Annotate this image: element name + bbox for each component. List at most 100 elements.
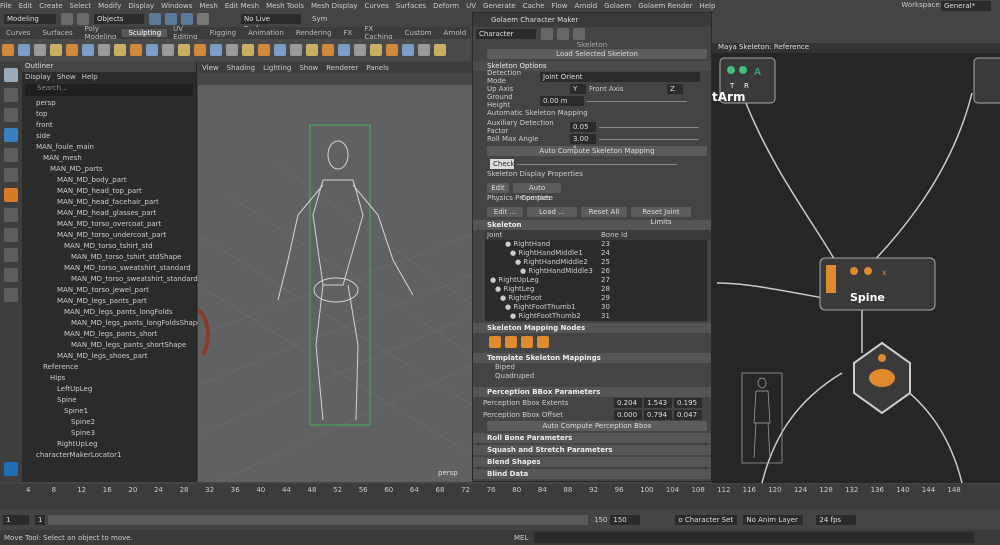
start-frame-field[interactable]: 1	[3, 515, 29, 525]
shelf-tool-icon[interactable]	[306, 44, 318, 56]
new-icon[interactable]	[541, 28, 553, 40]
menu-item-create[interactable]: Create	[39, 2, 62, 10]
shelf-tab-animation[interactable]: Animation	[242, 29, 290, 37]
outliner-item[interactable]: Reference	[22, 362, 196, 373]
viewport-menu-renderer[interactable]: Renderer	[326, 64, 358, 72]
shelf-tool-icon[interactable]	[370, 44, 382, 56]
joint-row[interactable]: ● RightHandMiddle2 25	[485, 258, 707, 267]
edit-physics-button[interactable]: Edit ...	[487, 207, 523, 217]
menu-item-golaem-render[interactable]: Golaem Render	[638, 2, 692, 10]
workspace-select[interactable]: General*	[941, 1, 991, 11]
outliner-item[interactable]: top	[22, 109, 196, 120]
mel-m-icon[interactable]	[4, 462, 18, 476]
menu-item-display[interactable]: Display	[128, 2, 154, 10]
shelf-tool-icon[interactable]	[386, 44, 398, 56]
time-slider[interactable]: 4 8 12 16 20 24 28 32 36 40 44 48 52 56 60 64 68 72 76 80 84…	[0, 484, 1000, 510]
end-frame-field[interactable]: 150	[610, 515, 641, 525]
shelf-tool-icon[interactable]	[258, 44, 270, 56]
shelf-tool-icon[interactable]	[274, 44, 286, 56]
shelf-tab-custom[interactable]: Custom	[399, 29, 438, 37]
bbox-off-y[interactable]: 0.794	[644, 410, 672, 420]
snap-grid-icon[interactable]	[149, 13, 161, 25]
outliner-item[interactable]: MAN_MD_torso_undercoat_part	[22, 230, 196, 241]
menu-item-edit[interactable]: Edit	[19, 2, 33, 10]
mel-label[interactable]: MEL	[514, 534, 528, 542]
fps-select[interactable]: 24 fps	[816, 515, 857, 525]
outliner-item[interactable]: MAN_MD_torso_sweatshirt_standard	[22, 263, 196, 274]
viewport[interactable]: View Shading Lighting Show Renderer Panels pe…	[198, 62, 472, 482]
shelf-tool-icon[interactable]	[194, 44, 206, 56]
auto-compute-bbox-button[interactable]: Auto Compute Perception Bbox	[487, 421, 707, 431]
perception-section[interactable]: Perception BBox Parameters	[473, 387, 711, 397]
character-set-select[interactable]: o Character Set	[675, 515, 738, 525]
range-bar[interactable]	[48, 515, 588, 525]
pelvis-bone-icon[interactable]	[489, 336, 501, 348]
ground-height-slider[interactable]	[587, 100, 687, 102]
outliner-item[interactable]: Spine2	[22, 417, 196, 428]
template-mappings-section[interactable]: Template Skeleton Mappings	[473, 353, 711, 363]
outliner-item[interactable]: MAN_mesh	[22, 153, 196, 164]
menu-item-deform[interactable]: Deform	[433, 2, 459, 10]
save-file-icon[interactable]	[573, 28, 585, 40]
paint-tool-icon[interactable]	[4, 108, 18, 122]
joint-row[interactable]: ● RightHandMiddle1 24	[485, 249, 707, 258]
rotate-tool-icon[interactable]	[4, 148, 18, 162]
shelf-tool-icon[interactable]	[34, 44, 46, 56]
front-axis-select[interactable]: Z	[667, 84, 683, 94]
menu-item-file[interactable]: File	[0, 2, 12, 10]
bbox-off-x[interactable]: 0.000	[614, 410, 642, 420]
shelf-tool-icon[interactable]	[242, 44, 254, 56]
outliner-item[interactable]: RightUpLeg	[22, 439, 196, 450]
menu-item-flow[interactable]: Flow	[552, 2, 568, 10]
up-axis-select[interactable]: Y	[570, 84, 586, 94]
load-physics-button[interactable]: Load ...	[527, 207, 577, 217]
outliner-item[interactable]: MAN_MD_legs_pants_short	[22, 329, 196, 340]
menu-item-curves[interactable]: Curves	[364, 2, 388, 10]
shelf-tab-rigging[interactable]: Rigging	[204, 29, 243, 37]
joint-list[interactable]: ● RightHand 23 ● RightHandMiddle1 24 ● Right…	[485, 240, 707, 321]
objects-select[interactable]: Objects	[94, 14, 144, 24]
right-node[interactable]	[973, 57, 1000, 104]
snap-point-icon[interactable]	[181, 13, 193, 25]
shelf-tool-icon[interactable]	[418, 44, 430, 56]
skeleton-tab[interactable]: Skeleton	[473, 41, 711, 49]
menu-item-mesh[interactable]: Mesh	[199, 2, 217, 10]
shelf-tab-surfaces[interactable]: Surfaces	[36, 29, 78, 37]
aux-factor-slider[interactable]	[599, 126, 699, 128]
template-quadruped[interactable]: Quadruped	[473, 372, 711, 381]
bone-id-column-header[interactable]: Bone Id	[601, 231, 628, 239]
load-skeleton-button[interactable]: Load Selected Skeleton	[487, 49, 707, 59]
auto-compute-mapping-button[interactable]: Auto Compute Skeleton Mapping	[487, 146, 707, 156]
viewport-menu-lighting[interactable]: Lighting	[263, 64, 291, 72]
menu-item-golaem[interactable]: Golaem	[604, 2, 631, 10]
range-start-field[interactable]: 1	[35, 515, 45, 525]
open-icon[interactable]	[61, 13, 73, 25]
joint-row[interactable]: ● RightFootThumb2 31	[485, 312, 707, 321]
graph-layout-icon[interactable]	[4, 288, 18, 302]
shelf-tab-curves[interactable]: Curves	[0, 29, 36, 37]
joint-row[interactable]: ● RightFootThumb1 30	[485, 303, 707, 312]
menu-item-cache[interactable]: Cache	[523, 2, 545, 10]
maya-skeleton-graph[interactable]: A T R tArm x Spine	[712, 53, 1000, 483]
outliner-item[interactable]: MAN_MD_torso_overcoat_part	[22, 219, 196, 230]
outliner-item[interactable]: MAN_MD_parts	[22, 164, 196, 175]
menu-item-windows[interactable]: Windows	[161, 2, 192, 10]
hand-bone-icon[interactable]	[537, 336, 549, 348]
outliner-item[interactable]: MAN_MD_legs_pants_longFoldsShape	[22, 318, 202, 329]
outliner-item[interactable]: MAN_MD_torso_tshirt_std	[22, 241, 196, 252]
menu-item-mesh-tools[interactable]: Mesh Tools	[266, 2, 304, 10]
shelf-tab-rendering[interactable]: Rendering	[290, 29, 338, 37]
shelf-tool-icon[interactable]	[18, 44, 30, 56]
outliner-item[interactable]: LeftUpLeg	[22, 384, 196, 395]
outliner-item[interactable]: MAN_MD_legs_shoes_part	[22, 351, 196, 362]
outliner-item[interactable]: MAN_MD_head_facehair_part	[22, 197, 196, 208]
outliner-menu-help[interactable]: Help	[82, 73, 98, 81]
template-biped[interactable]: Biped	[473, 363, 711, 372]
outliner-item[interactable]: front	[22, 120, 196, 131]
menu-item-surfaces[interactable]: Surfaces	[396, 2, 426, 10]
bbox-ext-y[interactable]: 1.543	[644, 398, 672, 408]
save-icon[interactable]	[77, 13, 89, 25]
outliner-item[interactable]: MAN_MD_legs_pants_longFolds	[22, 307, 196, 318]
joint-row[interactable]: ● RightFoot 29	[485, 294, 707, 303]
outliner-item[interactable]: MAN_foule_main	[22, 142, 196, 153]
